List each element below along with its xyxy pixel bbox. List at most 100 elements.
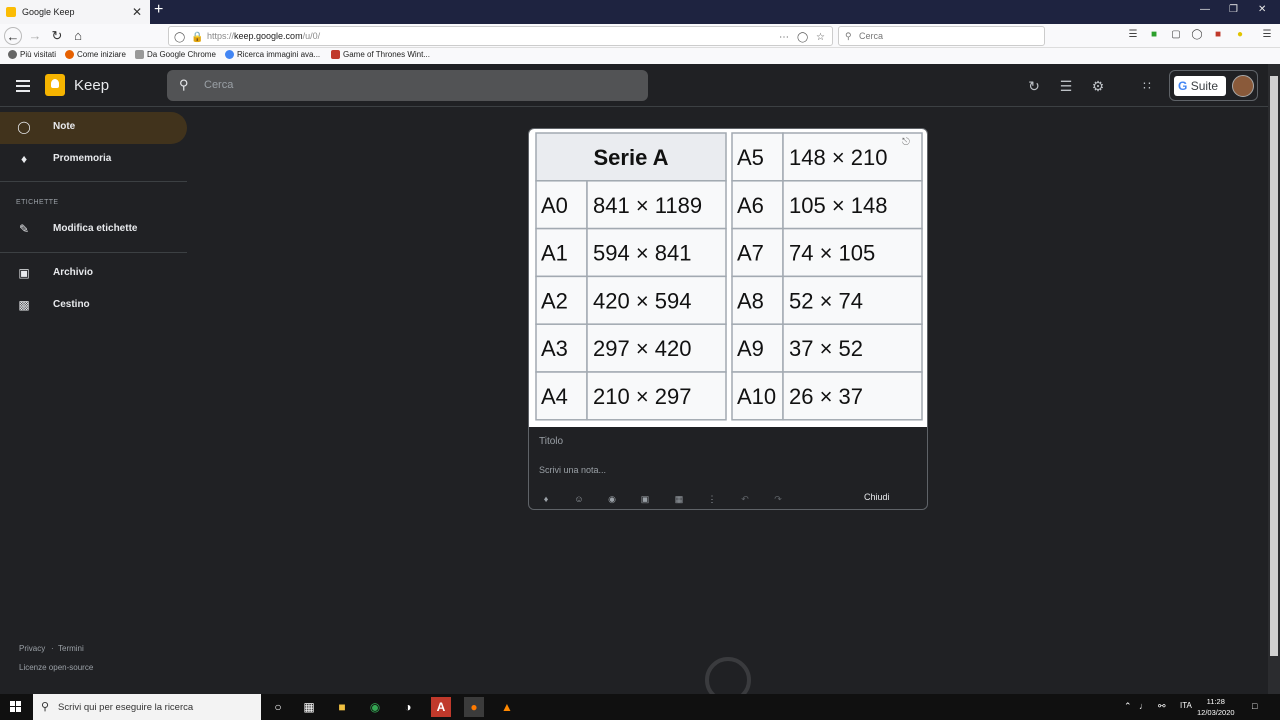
palette-icon[interactable]: ◉ (606, 493, 618, 505)
account-icon[interactable]: ◯ (1191, 29, 1203, 41)
tab-close-icon[interactable]: ✕ (132, 5, 142, 19)
note-body-input[interactable]: Scrivi una nota... (539, 465, 606, 475)
terms-link[interactable]: Termini (58, 644, 84, 653)
privacy-link[interactable]: Privacy (19, 644, 45, 653)
list-view-icon[interactable]: ☰ (1058, 78, 1074, 94)
pocket-icon[interactable]: ◯ (797, 29, 808, 47)
bookmark-item[interactable]: Ricerca immagini ava... (225, 50, 320, 59)
volume-icon[interactable]: ♩ (1139, 701, 1148, 711)
page-actions-icon[interactable]: ⋯ (779, 29, 789, 47)
scrollbar-thumb[interactable] (1270, 76, 1278, 656)
keep-logo-icon[interactable] (45, 74, 65, 96)
url-bar[interactable]: ◯ 🔒 https://keep.google.com/u/0/ ⋯ ◯ ☆ (168, 26, 833, 46)
extension-yellow-icon[interactable]: ● (1234, 29, 1246, 41)
extension-green-icon[interactable]: ■ (1148, 29, 1160, 41)
sidebar-item-reminders[interactable]: ♦ Promemoria (0, 144, 187, 176)
sidebar-divider (0, 181, 187, 182)
sidebar-item-label: Cestino (53, 299, 90, 310)
more-options-icon[interactable]: ⋮ (706, 493, 718, 505)
bookmark-label: Come iniziare (77, 50, 126, 59)
search-icon: ⚲ (41, 701, 50, 713)
chrome-icon[interactable]: ◉ (365, 697, 385, 717)
collaborator-icon[interactable]: ☺ (573, 493, 585, 505)
library-icon[interactable]: ☰ (1127, 29, 1139, 41)
undo-icon[interactable]: ↶ (739, 493, 751, 505)
taskbar-clock[interactable]: 11:28 12/03/2020 (1197, 696, 1235, 718)
forward-arrow-icon[interactable]: → (26, 27, 44, 45)
apps-grid-icon[interactable]: ∷ (1139, 78, 1155, 94)
notifications-icon[interactable]: □ (1252, 701, 1257, 711)
network-icon[interactable]: ⚯ (1158, 701, 1166, 712)
language-indicator[interactable]: ITA (1180, 701, 1192, 710)
archive-icon[interactable]: ▦ (673, 493, 685, 505)
keep-sidebar: ◯ Note ♦ Promemoria ETICHETTE ✎ Modifica… (0, 107, 187, 697)
refresh-icon[interactable]: ↻ (1026, 78, 1042, 94)
table-size-text: 52 × 74 (789, 288, 863, 313)
window-close-icon[interactable]: ✕ (1258, 4, 1266, 15)
redo-icon[interactable]: ↷ (772, 493, 784, 505)
bookmark-google-icon (225, 50, 234, 59)
table-code-text: A10 (737, 384, 776, 409)
sidebar-item-trash[interactable]: ▩ Cestino (0, 290, 187, 322)
steam-icon[interactable]: ◑ (398, 697, 418, 717)
restore-icon[interactable]: ❐ (1229, 4, 1238, 15)
tab-title: Google Keep (22, 7, 75, 17)
minimize-icon[interactable]: — (1200, 4, 1210, 15)
pin-icon[interactable]: ⎋ (902, 137, 910, 148)
bookmark-label: Game of Thrones Wint... (343, 50, 430, 59)
reload-icon[interactable]: ↻ (48, 27, 66, 45)
bookmarks-bar: Più visitati Come iniziare Da Google Chr… (0, 48, 1280, 64)
table-code-text: A9 (737, 336, 764, 361)
bookmark-item[interactable]: Game of Thrones Wint... (331, 50, 430, 59)
cortana-icon[interactable]: ○ (268, 697, 288, 717)
browser-tab-keep[interactable]: Google Keep ✕ (0, 0, 150, 24)
app-title[interactable]: Keep (74, 77, 109, 94)
file-explorer-icon[interactable]: ■ (332, 697, 352, 717)
note-image[interactable]: Serie A A0 841 × 1189 A1 594 × 841 A2 420 × 59… (529, 129, 927, 427)
bookmark-folder-icon (135, 50, 144, 59)
main-menu-icon[interactable] (16, 80, 30, 92)
shield-icon: ◯ (174, 32, 186, 43)
search-icon[interactable]: ⚲ (179, 77, 189, 93)
back-arrow-icon[interactable]: ← (4, 27, 22, 45)
sidebar-icon[interactable]: ▢ (1170, 29, 1182, 41)
bookmark-item[interactable]: Da Google Chrome (135, 50, 216, 59)
windows-start-icon[interactable] (10, 701, 22, 713)
tray-chevron-icon[interactable]: ⌃ (1124, 701, 1132, 712)
table-code-text: A4 (541, 384, 568, 409)
taskbar-search-box[interactable]: ⚲ Scrivi qui per eseguire la ricerca (33, 694, 261, 720)
page-scrollbar[interactable] (1268, 64, 1280, 696)
firefox-icon[interactable]: ● (464, 697, 484, 717)
bell-icon: ♦ (20, 152, 28, 166)
url-path: /u/0/ (302, 31, 321, 41)
gsuite-account-button[interactable]: G Suite (1169, 70, 1258, 101)
note-title-input[interactable]: Titolo (539, 436, 563, 447)
bookmark-item[interactable]: Come iniziare (65, 50, 126, 59)
bookmark-star-icon[interactable]: ☆ (816, 29, 825, 47)
table-code-text: A2 (541, 288, 568, 313)
licenses-link[interactable]: Licenze open-source (19, 663, 93, 672)
windows-taskbar: ⚲ Scrivi qui per eseguire la ricerca ○ ▦… (0, 694, 1280, 720)
close-note-button[interactable]: Chiudi (864, 492, 890, 502)
keep-search-input[interactable]: Cerca (204, 79, 233, 91)
settings-gear-icon[interactable]: ⚙ (1090, 78, 1106, 94)
keep-search-bar[interactable]: ⚲ Cerca (167, 70, 648, 101)
sidebar-item-edit-labels[interactable]: ✎ Modifica etichette (0, 214, 187, 246)
vlc-icon[interactable]: ▲ (497, 697, 517, 717)
avatar[interactable] (1232, 75, 1254, 97)
browser-menu-icon[interactable]: ☰ (1261, 29, 1273, 41)
image-icon[interactable]: ▣ (639, 493, 651, 505)
keep-favicon-icon (6, 7, 16, 17)
acrobat-icon[interactable]: A (431, 697, 451, 717)
new-tab-button[interactable]: + (154, 1, 163, 19)
task-view-icon[interactable]: ▦ (299, 697, 319, 717)
home-icon[interactable]: ⌂ (69, 27, 87, 45)
sidebar-item-label: Note (53, 121, 76, 132)
browser-search-bar[interactable]: ⚲ Cerca (838, 26, 1045, 46)
bookmark-item[interactable]: Più visitati (8, 50, 56, 59)
note-editor[interactable]: Serie A A0 841 × 1189 A1 594 × 841 A2 420 × 59… (528, 128, 928, 510)
extension-red-icon[interactable]: ■ (1212, 29, 1224, 41)
sidebar-item-notes[interactable]: ◯ Note (0, 112, 187, 144)
reminder-bell-icon[interactable]: ♦ (540, 493, 552, 505)
sidebar-item-archive[interactable]: ▣ Archivio (0, 258, 187, 290)
